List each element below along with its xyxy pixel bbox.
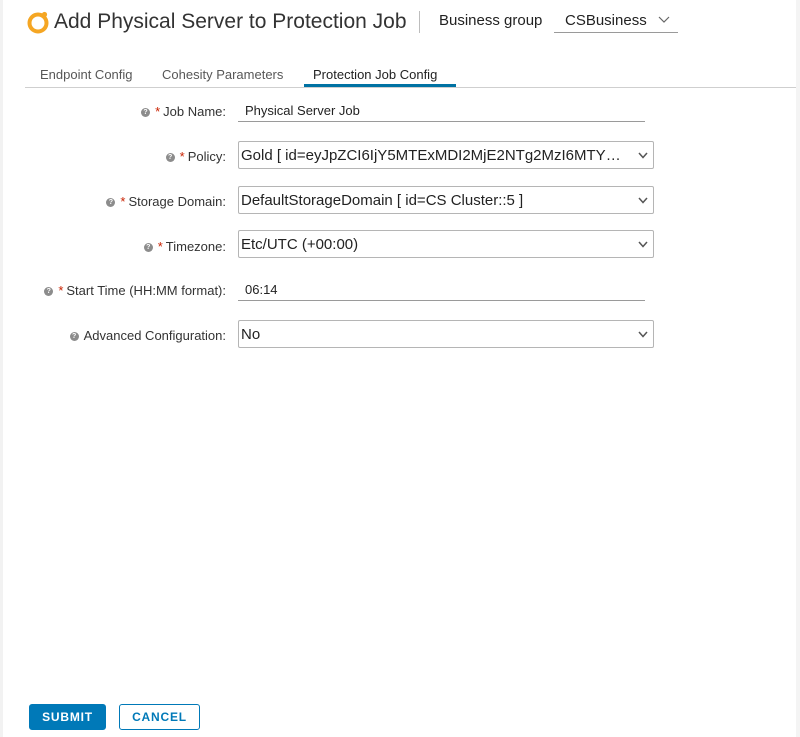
help-icon[interactable]: ? (69, 331, 79, 341)
tabs-divider (25, 87, 796, 88)
policy-select[interactable]: Gold [ id=eyJpZCI6IjY5MTExMDI2MjE2NTg2Mz… (238, 141, 654, 169)
business-group-value: CSBusiness (565, 12, 647, 29)
timezone-label: ? * Timezone: (143, 239, 226, 255)
storage-domain-select[interactable]: DefaultStorageDomain [ id=CS Cluster::5 … (238, 186, 654, 214)
chevron-down-icon (658, 16, 670, 23)
required-asterisk: * (120, 194, 126, 209)
chevron-down-icon (638, 331, 648, 338)
header-divider (419, 11, 420, 33)
active-tab-indicator (304, 84, 456, 87)
required-asterisk: * (58, 283, 64, 298)
required-asterisk: * (179, 149, 185, 164)
advanced-config-select[interactable]: No (238, 320, 654, 348)
advanced-config-label: ? Advanced Configuration: (69, 328, 226, 344)
help-icon[interactable]: ? (165, 152, 175, 162)
tab-cohesity-parameters[interactable]: Cohesity Parameters (162, 67, 283, 83)
business-group-select[interactable]: CSBusiness (554, 9, 678, 33)
timezone-value: Etc/UTC (+00:00) (241, 236, 359, 253)
storage-domain-label-text: Storage Domain: (128, 194, 226, 209)
help-icon[interactable]: ? (143, 242, 153, 252)
storage-domain-label: ? * Storage Domain: (106, 194, 226, 210)
left-edge (0, 0, 3, 737)
advanced-config-label-text: Advanced Configuration: (83, 328, 226, 343)
job-name-label-text: Job Name: (163, 104, 226, 119)
required-asterisk: * (157, 239, 163, 254)
tab-endpoint-config[interactable]: Endpoint Config (40, 67, 133, 83)
timezone-select[interactable]: Etc/UTC (+00:00) (238, 230, 654, 258)
policy-label: ? * Policy: (165, 149, 226, 165)
chevron-down-icon (638, 197, 648, 204)
chevron-down-icon (638, 152, 648, 159)
help-icon[interactable]: ? (106, 197, 116, 207)
cancel-button[interactable]: CANCEL (119, 704, 200, 730)
job-name-label: ? * Job Name: (141, 104, 226, 120)
job-name-input[interactable] (238, 100, 645, 122)
right-scrollbar-track (796, 0, 800, 737)
page-title: Add Physical Server to Protection Job (54, 10, 407, 33)
tab-protection-job-config[interactable]: Protection Job Config (313, 67, 437, 83)
policy-label-text: Policy: (187, 149, 226, 164)
app-logo-icon (27, 11, 49, 34)
policy-value: Gold [ id=eyJpZCI6IjY5MTExMDI2MjE2NTg2Mz… (241, 147, 626, 164)
chevron-down-icon (638, 241, 648, 248)
timezone-label-text: Timezone: (165, 239, 226, 254)
business-group-label: Business group (439, 12, 543, 29)
required-asterisk: * (155, 104, 161, 119)
start-time-label-text: Start Time (HH:MM format): (66, 283, 226, 298)
start-time-input[interactable] (238, 279, 645, 301)
help-icon[interactable]: ? (141, 107, 151, 117)
start-time-label: ? * Start Time (HH:MM format): (44, 283, 226, 299)
storage-domain-value: DefaultStorageDomain [ id=CS Cluster::5 … (241, 192, 524, 209)
submit-button[interactable]: SUBMIT (29, 704, 106, 730)
help-icon[interactable]: ? (44, 286, 54, 296)
advanced-config-value: No (241, 326, 261, 343)
